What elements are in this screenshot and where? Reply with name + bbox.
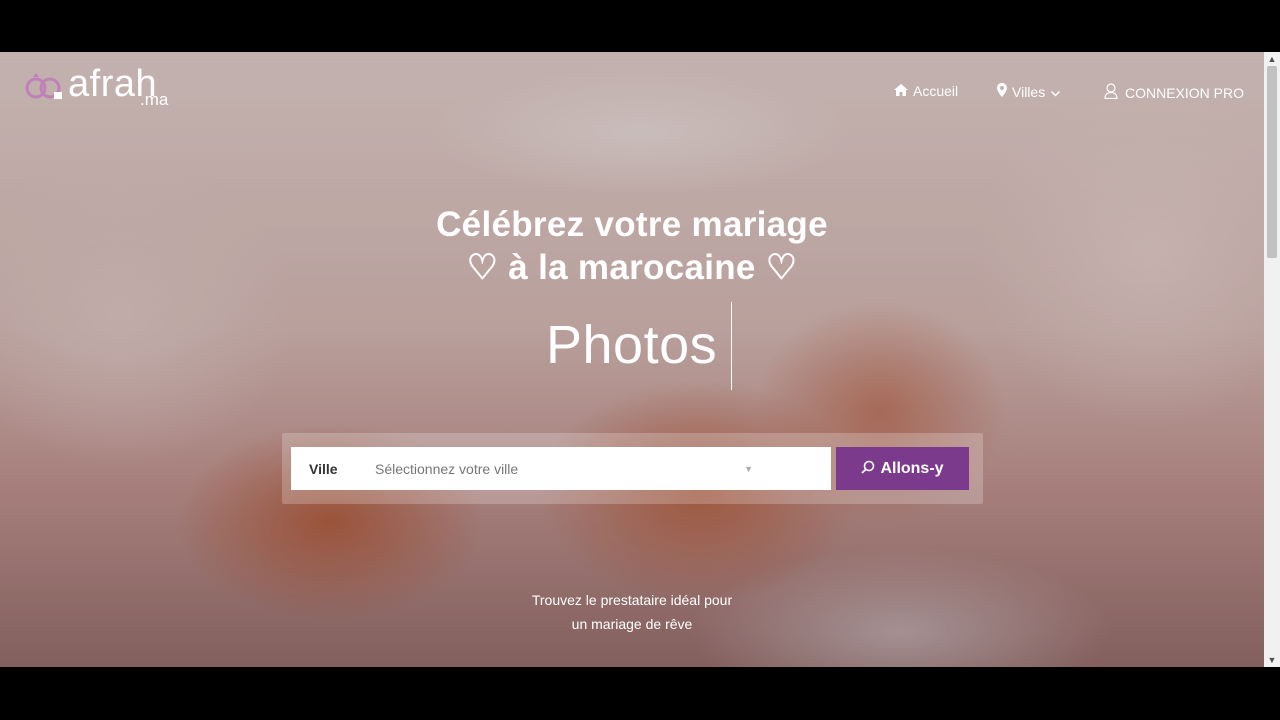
- hero-title-line2: ♡ à la marocaine ♡: [466, 248, 798, 287]
- chevron-down-icon: [1051, 84, 1061, 100]
- map-marker-icon: [997, 83, 1007, 100]
- nav-villes-label: Villes: [1012, 83, 1046, 100]
- vertical-scrollbar[interactable]: ▲ ▼: [1264, 52, 1280, 667]
- nav-villes-dropdown[interactable]: Villes: [997, 83, 1061, 100]
- hero-title-line1: Célébrez votre mariage: [436, 205, 828, 244]
- nav-home-label: Accueil: [913, 83, 959, 99]
- search-panel: Ville Sélectionnez votre ville ▼ Allons-…: [282, 433, 983, 504]
- typing-caret: [731, 302, 732, 390]
- user-icon: [1104, 83, 1118, 102]
- rotating-word: Photos: [546, 315, 718, 375]
- scroll-thumb[interactable]: [1267, 66, 1277, 258]
- home-icon: [894, 83, 908, 99]
- tagline-line1: Trouvez le prestataire idéal pour: [531, 592, 733, 608]
- nav-connexion-pro-link[interactable]: CONNEXION PRO: [1104, 83, 1244, 102]
- nav-home-link[interactable]: Accueil: [894, 83, 958, 99]
- scroll-up-arrow-icon[interactable]: ▲: [1264, 52, 1280, 66]
- select-arrow-icon: ▼: [744, 463, 753, 474]
- city-select-placeholder: Sélectionnez votre ville: [375, 460, 519, 477]
- search-icon: [861, 460, 875, 478]
- letterbox-bottom: [0, 667, 1280, 720]
- city-select[interactable]: Ville Sélectionnez votre ville ▼: [291, 447, 831, 490]
- city-label: Ville: [309, 460, 338, 477]
- logo-link[interactable]: afrah: [24, 65, 157, 103]
- letterbox-top: [0, 0, 1280, 52]
- search-button[interactable]: Allons-y: [836, 447, 969, 490]
- tagline-line2: un mariage de rêve: [571, 616, 693, 632]
- scroll-down-arrow-icon[interactable]: ▼: [1264, 653, 1280, 667]
- logo-suffix: .ma: [140, 90, 169, 109]
- nav-pro-label: CONNEXION PRO: [1125, 84, 1245, 101]
- hero-section: afrah .ma Accueil Villes CONNEXION PRO C…: [0, 52, 1264, 667]
- search-button-label: Allons-y: [880, 459, 944, 477]
- rings-logo-icon: [25, 73, 62, 99]
